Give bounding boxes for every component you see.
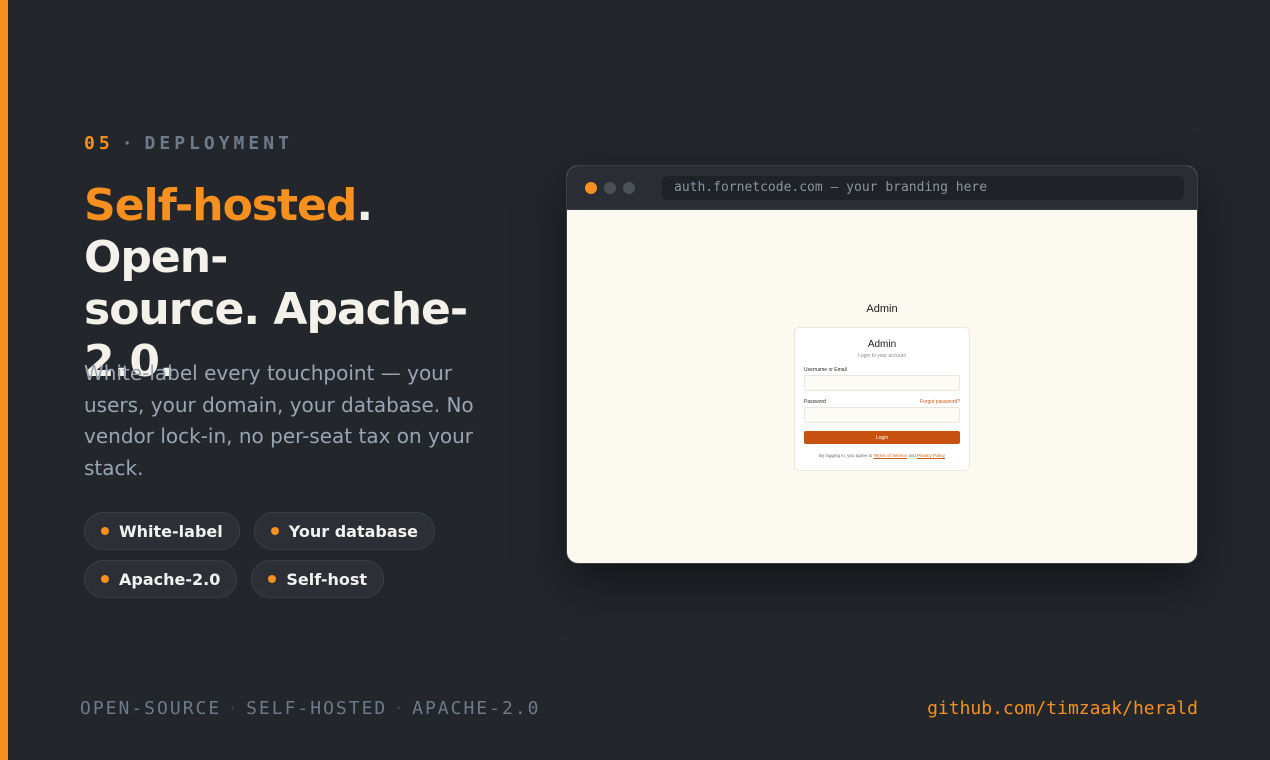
url-bar: auth.fornetcode.com — your branding here bbox=[662, 175, 1184, 200]
bullet-dot bbox=[101, 527, 109, 535]
username-label: Username or Email bbox=[804, 367, 847, 373]
browser-mockup: auth.fornetcode.com — your branding here… bbox=[566, 165, 1198, 564]
chip-white-label: White-label bbox=[84, 512, 240, 550]
footer-tag: SELF-HOSTED bbox=[246, 698, 388, 719]
site-title: Admin bbox=[866, 303, 898, 315]
accent-bar bbox=[0, 0, 8, 760]
footer-tag: OPEN-SOURCE bbox=[80, 698, 222, 719]
footer-separator: · bbox=[227, 698, 241, 719]
browser-viewport: Admin Admin Login to your account Userna… bbox=[567, 210, 1197, 563]
terms-prefix: By logging in, you agree to bbox=[818, 453, 874, 458]
chip-your-database: Your database bbox=[253, 512, 436, 550]
forgot-password-link: Forgot password? bbox=[919, 399, 960, 405]
window-close-dot bbox=[585, 181, 597, 194]
browser-toolbar: auth.fornetcode.com — your branding here bbox=[567, 166, 1197, 210]
section-number: 05 bbox=[84, 133, 114, 154]
headline-line2: source. Apache- bbox=[84, 284, 468, 335]
footer-separator: · bbox=[393, 698, 407, 719]
terms-notice: By logging in, you agree to Terms of Ser… bbox=[804, 453, 960, 458]
chip-self-host: Self-host bbox=[251, 560, 385, 598]
privacy-link: Privacy Policy bbox=[916, 453, 945, 458]
feature-chips: White-label Your database Apache-2.0 Sel… bbox=[84, 512, 504, 608]
chip-apache: Apache-2.0 bbox=[84, 560, 238, 598]
headline-highlight: Self-hosted bbox=[84, 180, 357, 231]
chip-label: Self-host bbox=[286, 569, 368, 589]
bullet-dot bbox=[268, 575, 277, 583]
login-card: Admin Login to your account Username or … bbox=[794, 327, 970, 471]
terms-link: Terms of Service bbox=[873, 453, 907, 458]
password-input bbox=[804, 407, 960, 423]
login-card-title: Admin bbox=[867, 339, 897, 350]
bullet-dot bbox=[101, 575, 109, 583]
chip-label: Your database bbox=[288, 521, 419, 541]
terms-and: and bbox=[906, 453, 917, 458]
chip-label: Apache-2.0 bbox=[119, 569, 221, 589]
password-label: Password bbox=[804, 399, 826, 405]
password-label-row: Password Forgot password? bbox=[804, 399, 960, 405]
username-input bbox=[804, 375, 960, 391]
login-card-subtitle: Login to your account bbox=[858, 353, 906, 359]
bullet-dot bbox=[270, 527, 279, 535]
lede-paragraph: White-label every touchpoint — your user… bbox=[84, 361, 474, 480]
section-eyebrow: 05 · DEPLOYMENT bbox=[84, 133, 293, 154]
window-minimize-dot bbox=[604, 181, 616, 194]
chip-label: White-label bbox=[119, 521, 223, 541]
username-label-row: Username or Email bbox=[804, 367, 960, 373]
page-headline: Self-hosted. Open- source. Apache- 2.0. bbox=[84, 180, 524, 388]
window-maximize-dot bbox=[623, 181, 635, 194]
footer-tag: APACHE-2.0 bbox=[412, 698, 541, 719]
footer-tags: OPEN-SOURCE · SELF-HOSTED · APACHE-2.0 bbox=[80, 698, 541, 719]
eyebrow-separator: · bbox=[121, 133, 137, 154]
login-button: Login bbox=[804, 431, 960, 444]
repo-link[interactable]: github.com/timzaak/herald bbox=[927, 698, 1198, 719]
section-label: DEPLOYMENT bbox=[144, 133, 293, 154]
